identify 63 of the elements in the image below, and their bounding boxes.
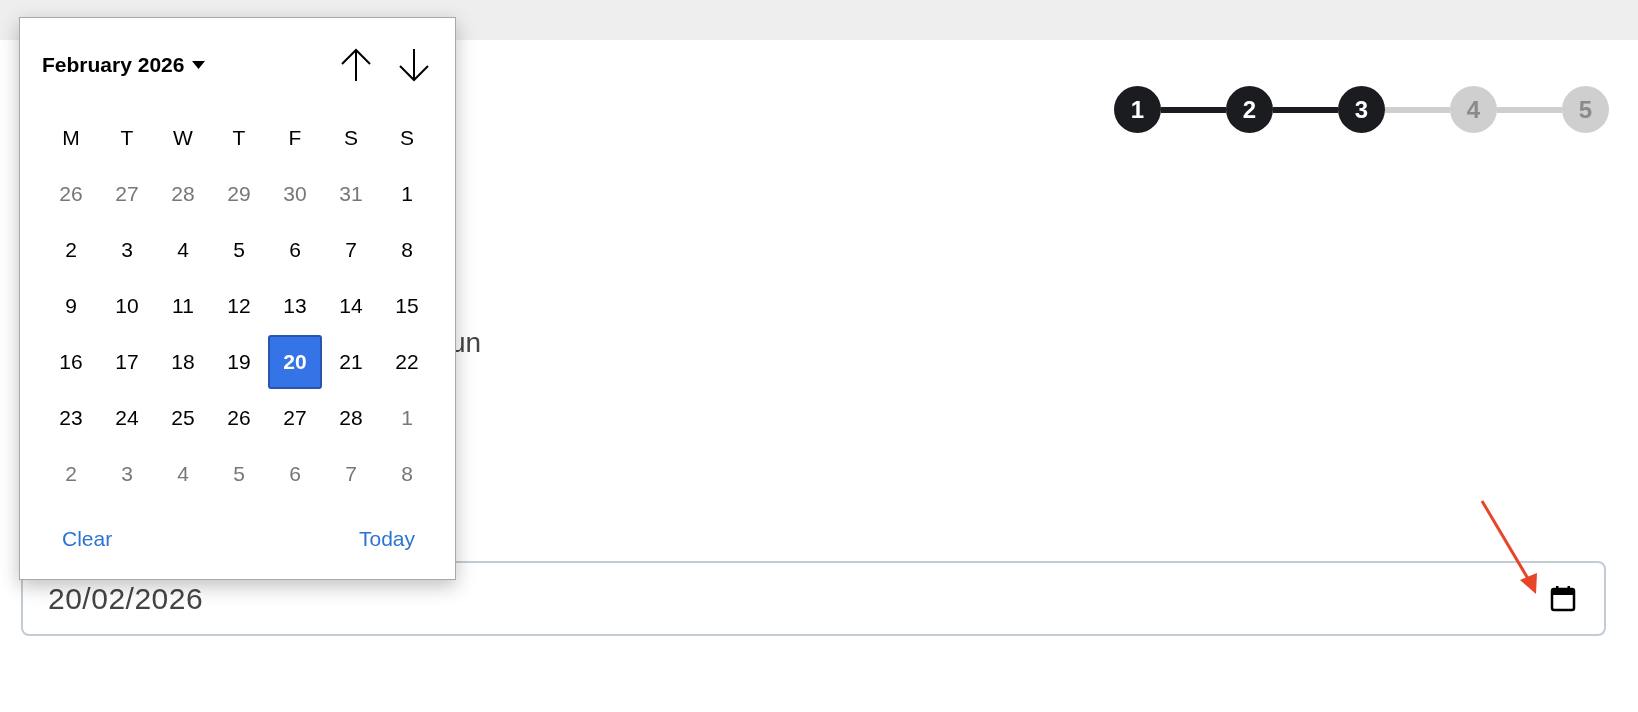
calendar-day[interactable]: 26	[212, 391, 266, 445]
calendar-day[interactable]: 18	[156, 335, 210, 389]
step-indicator: 5	[1562, 86, 1609, 133]
calendar-day[interactable]: 27	[100, 167, 154, 221]
calendar-day[interactable]: 22	[380, 335, 434, 389]
calendar-day[interactable]: 21	[324, 335, 378, 389]
calendar-day[interactable]: 30	[268, 167, 322, 221]
weekday-label: F	[288, 126, 302, 150]
calendar-day[interactable]: 19	[212, 335, 266, 389]
calendar-day[interactable]: 3	[100, 447, 154, 501]
step-indicator: 4	[1450, 86, 1497, 133]
calendar-button[interactable]	[1550, 585, 1576, 612]
weekday-label: T	[232, 126, 246, 150]
calendar-day[interactable]: 11	[156, 279, 210, 333]
calendar-day[interactable]: 14	[324, 279, 378, 333]
calendar-day[interactable]: 5	[212, 447, 266, 501]
calendar-day[interactable]: 26	[44, 167, 98, 221]
calendar-day[interactable]: 7	[324, 223, 378, 277]
date-input-field[interactable]: 20/02/2026	[21, 561, 1606, 636]
calendar-day[interactable]: 29	[212, 167, 266, 221]
weekday-label: W	[173, 126, 193, 150]
calendar-day[interactable]: 23	[44, 391, 98, 445]
calendar-day[interactable]: 7	[324, 447, 378, 501]
calendar-day[interactable]: 13	[268, 279, 322, 333]
today-button[interactable]: Today	[358, 527, 415, 551]
calendar-day[interactable]: 8	[380, 447, 434, 501]
step-indicator: 1	[1114, 86, 1161, 133]
calendar-day[interactable]: 4	[156, 447, 210, 501]
weekday-label: S	[400, 126, 414, 150]
calendar-day[interactable]: 6	[268, 223, 322, 277]
calendar-day[interactable]: 15	[380, 279, 434, 333]
down-arrow-icon	[398, 48, 430, 82]
calendar-day[interactable]: 2	[44, 447, 98, 501]
weekday-label: M	[62, 126, 80, 150]
calendar-day[interactable]: 17	[100, 335, 154, 389]
calendar-day[interactable]: 10	[100, 279, 154, 333]
calendar-day[interactable]: 25	[156, 391, 210, 445]
caret-icon	[192, 61, 206, 69]
weekday-label: T	[120, 126, 134, 150]
calendar-day[interactable]: 31	[324, 167, 378, 221]
calendar-day[interactable]: 2	[44, 223, 98, 277]
calendar-day[interactable]: 1	[380, 391, 434, 445]
step-indicator: 3	[1338, 86, 1385, 133]
calendar-day[interactable]: 3	[100, 223, 154, 277]
up-arrow-icon	[340, 48, 372, 82]
date-value: 20/02/2026	[48, 581, 205, 616]
calendar-day[interactable]: 12	[212, 279, 266, 333]
calendar-day[interactable]: 16	[44, 335, 98, 389]
calendar-day[interactable]: 28	[156, 167, 210, 221]
calendar-day[interactable]: 24	[100, 391, 154, 445]
calendar-day[interactable]: 1	[380, 167, 434, 221]
calendar-day[interactable]: 5	[212, 223, 266, 277]
calendar-day[interactable]: 9	[44, 279, 98, 333]
calendar-day[interactable]: 8	[380, 223, 434, 277]
calendar-day[interactable]: 20	[268, 335, 322, 389]
calendar-icon	[1550, 585, 1576, 612]
calendar-day[interactable]: 28	[324, 391, 378, 445]
weekday-label: S	[344, 126, 358, 150]
calendar-day[interactable]: 27	[268, 391, 322, 445]
calendar-day[interactable]: 6	[268, 447, 322, 501]
step-indicator: 2	[1226, 86, 1273, 133]
calendar-day[interactable]: 4	[156, 223, 210, 277]
clear-button[interactable]: Clear	[62, 527, 113, 551]
